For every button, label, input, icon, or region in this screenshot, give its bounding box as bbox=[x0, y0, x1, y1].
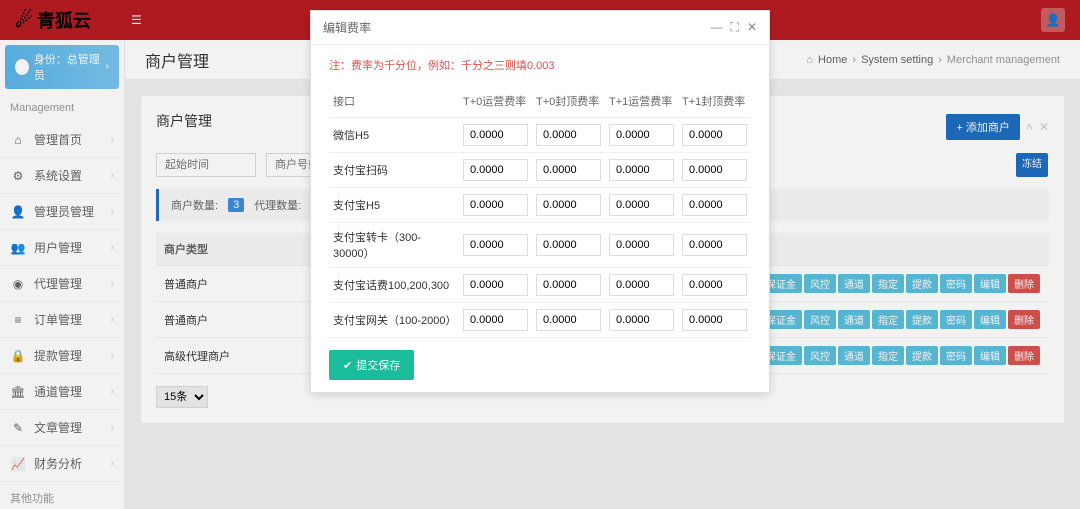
rate-input-2[interactable] bbox=[609, 309, 674, 331]
rate-row: 支付宝网关（100-2000） bbox=[329, 303, 751, 338]
rate-interface: 支付宝H5 bbox=[329, 188, 459, 223]
rate-interface: 微信H5 bbox=[329, 118, 459, 153]
rate-input-2[interactable] bbox=[609, 234, 674, 256]
rate-note: 注：费率为千分位，例如：千分之三则填0.003 bbox=[329, 57, 751, 73]
rate-input-3[interactable] bbox=[682, 159, 747, 181]
rate-table: 接口 T+0运营费率 T+0封顶费率 T+1运营费率 T+1封顶费率 微信H5支… bbox=[329, 85, 751, 338]
rate-input-1[interactable] bbox=[536, 274, 601, 296]
rate-col-t0cap: T+0封顶费率 bbox=[532, 85, 605, 118]
submit-button[interactable]: ✔ 提交保存 bbox=[329, 350, 414, 380]
rate-input-2[interactable] bbox=[609, 124, 674, 146]
rate-row: 微信H5 bbox=[329, 118, 751, 153]
rate-input-0[interactable] bbox=[463, 194, 528, 216]
rate-row: 支付宝话费100,200,300 bbox=[329, 268, 751, 303]
rate-input-2[interactable] bbox=[609, 194, 674, 216]
rate-input-3[interactable] bbox=[682, 124, 747, 146]
rate-input-3[interactable] bbox=[682, 309, 747, 331]
close-icon[interactable]: ✕ bbox=[747, 20, 757, 35]
rate-col-t1cap: T+1封顶费率 bbox=[678, 85, 751, 118]
rate-input-1[interactable] bbox=[536, 194, 601, 216]
rate-input-1[interactable] bbox=[536, 159, 601, 181]
rate-input-3[interactable] bbox=[682, 274, 747, 296]
rate-input-2[interactable] bbox=[609, 159, 674, 181]
rate-input-1[interactable] bbox=[536, 234, 601, 256]
rate-input-0[interactable] bbox=[463, 234, 528, 256]
rate-input-1[interactable] bbox=[536, 309, 601, 331]
maximize-icon[interactable]: ⛶ bbox=[731, 20, 739, 35]
rate-interface: 支付宝转卡（300-30000） bbox=[329, 223, 459, 268]
rate-row: 支付宝扫码 bbox=[329, 153, 751, 188]
rate-row: 支付宝H5 bbox=[329, 188, 751, 223]
rate-input-3[interactable] bbox=[682, 194, 747, 216]
rate-input-2[interactable] bbox=[609, 274, 674, 296]
submit-label: 提交保存 bbox=[356, 357, 400, 373]
rate-row: 支付宝转卡（300-30000） bbox=[329, 223, 751, 268]
rate-input-0[interactable] bbox=[463, 274, 528, 296]
rate-col-interface: 接口 bbox=[329, 85, 459, 118]
modal-header: 编辑费率 — ⛶ ✕ bbox=[311, 11, 769, 45]
modal-title: 编辑费率 bbox=[323, 19, 371, 36]
check-icon: ✔ bbox=[343, 359, 352, 372]
rate-interface: 支付宝话费100,200,300 bbox=[329, 268, 459, 303]
rate-interface: 支付宝扫码 bbox=[329, 153, 459, 188]
rate-input-0[interactable] bbox=[463, 159, 528, 181]
edit-rate-modal: 编辑费率 — ⛶ ✕ 注：费率为千分位，例如：千分之三则填0.003 接口 T+… bbox=[310, 10, 770, 393]
rate-col-t1op: T+1运营费率 bbox=[605, 85, 678, 118]
rate-col-t0op: T+0运营费率 bbox=[459, 85, 532, 118]
rate-input-3[interactable] bbox=[682, 234, 747, 256]
rate-input-0[interactable] bbox=[463, 309, 528, 331]
modal-overlay: 编辑费率 — ⛶ ✕ 注：费率为千分位，例如：千分之三则填0.003 接口 T+… bbox=[0, 0, 1080, 509]
rate-input-1[interactable] bbox=[536, 124, 601, 146]
rate-input-0[interactable] bbox=[463, 124, 528, 146]
rate-interface: 支付宝网关（100-2000） bbox=[329, 303, 459, 338]
minimize-icon[interactable]: — bbox=[711, 20, 723, 35]
